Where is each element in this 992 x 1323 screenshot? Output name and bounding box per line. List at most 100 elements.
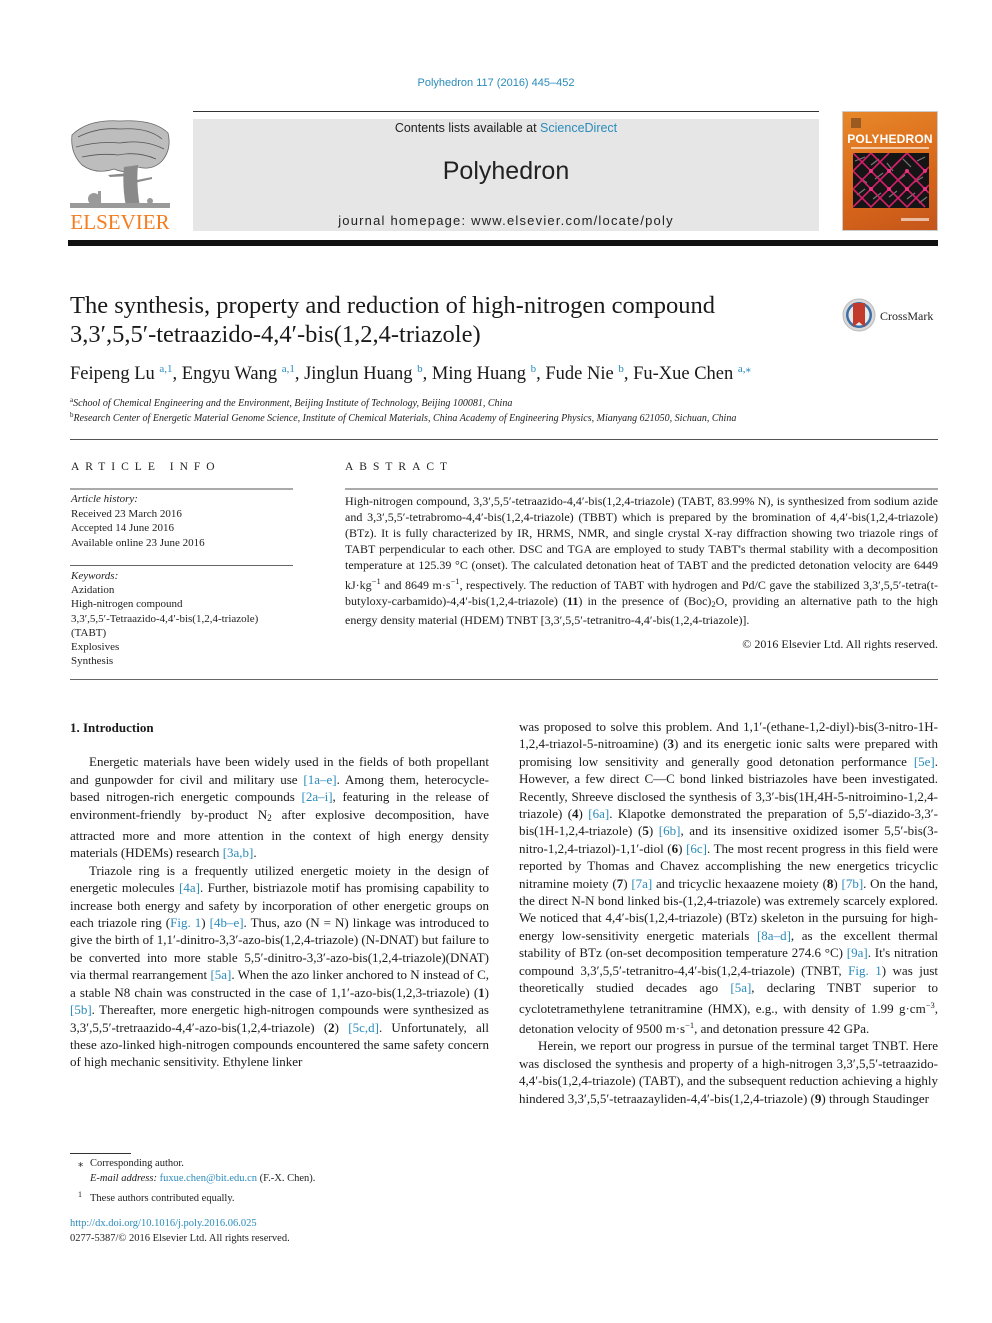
keywords-label: Keywords: bbox=[71, 570, 119, 582]
email-link[interactable]: fuxue.chen@bit.edu.cn bbox=[160, 1173, 257, 1184]
citation-link[interactable]: [1a–e] bbox=[303, 772, 336, 787]
affiliation-b: bResearch Center of Energetic Material G… bbox=[70, 411, 736, 424]
intro-paragraph-1: Energetic materials have been widely use… bbox=[70, 754, 490, 861]
intro-paragraph-2: Triazole ring is a frequently utilized e… bbox=[70, 862, 490, 1070]
body-column-right: was proposed to solve this problem. And … bbox=[519, 718, 938, 1107]
author-name[interactable]: Feipeng Lu bbox=[70, 364, 155, 384]
affiliation-text: Research Center of Energetic Material Ge… bbox=[73, 413, 737, 424]
author-separator: , bbox=[422, 364, 432, 384]
citation-link[interactable]: [6a] bbox=[588, 806, 609, 821]
section-rule bbox=[70, 439, 938, 440]
crossmark-label: CrossMark bbox=[880, 309, 934, 323]
doi-block: http://dx.doi.org/10.1016/j.poly.2016.06… bbox=[70, 1216, 290, 1246]
contents-line: Contents lists available at ScienceDirec… bbox=[193, 121, 819, 135]
author-name[interactable]: Fu-Xue Chen bbox=[633, 364, 733, 384]
footnote-mark: 1 bbox=[78, 1189, 82, 1199]
citation-link[interactable]: [4b–e] bbox=[210, 915, 244, 930]
author-separator: , bbox=[536, 364, 546, 384]
keywords-rule bbox=[70, 565, 293, 566]
intro-paragraph-3: Herein, we report our progress in pursue… bbox=[519, 1038, 938, 1106]
abstract-text: High-nitrogen compound, 3,3′,5,5′-tetraa… bbox=[345, 494, 939, 627]
issn-copyright: 0277-5387/© 2016 Elsevier Ltd. All right… bbox=[70, 1233, 290, 1244]
section-rule bbox=[70, 679, 938, 680]
citation-link[interactable]: [8a–d] bbox=[757, 928, 791, 943]
homepage-prefix: journal homepage: bbox=[338, 213, 472, 228]
author-affiliation-mark[interactable]: a,1 bbox=[282, 363, 295, 375]
crossmark-icon bbox=[842, 298, 876, 332]
title-line-2: 3,3′,5,5′-tetraazido-4,4′-bis(1,2,4-tria… bbox=[70, 321, 481, 348]
article-info-rule bbox=[70, 488, 293, 490]
article-info-heading: ARTICLE INFO bbox=[71, 461, 221, 473]
keyword-item: High-nitrogen compound bbox=[71, 598, 183, 611]
citation-link[interactable]: [4a] bbox=[179, 880, 200, 895]
citation-link[interactable]: [5c,d] bbox=[348, 1020, 379, 1035]
figure-link[interactable]: Fig. 1 bbox=[848, 963, 882, 978]
cover-artwork bbox=[853, 153, 929, 208]
header-thick-rule bbox=[68, 240, 938, 246]
footnote-email: E-mail address: fuxue.chen@bit.edu.cn (F… bbox=[90, 1173, 316, 1185]
cover-subtitle-bar bbox=[851, 147, 929, 149]
affiliation-text: School of Chemical Engineering and the E… bbox=[73, 398, 513, 409]
citation-link[interactable]: [5a] bbox=[210, 967, 231, 982]
contents-prefix: Contents lists available at bbox=[394, 121, 541, 135]
elsevier-tree-icon: ELSEVIER bbox=[70, 120, 170, 234]
citation-link[interactable]: [5a] bbox=[730, 980, 751, 995]
author-name[interactable]: Ming Huang bbox=[432, 364, 526, 384]
citation-link[interactable]: [5b] bbox=[70, 1002, 92, 1017]
crossmark-button[interactable]: CrossMark bbox=[842, 296, 942, 336]
author-separator: , bbox=[294, 364, 305, 384]
keywords-list: Keywords: Azidation High-nitrogen compou… bbox=[71, 569, 258, 668]
header-rule bbox=[193, 111, 819, 112]
keyword-item: (TABT) bbox=[71, 626, 107, 639]
accepted-date: Accepted 14 June 2016 bbox=[71, 522, 174, 534]
homepage-link[interactable]: www.elsevier.com/locate/poly bbox=[471, 213, 674, 228]
footnote-equal-contribution: 1 These authors contributed equally. bbox=[78, 1187, 315, 1206]
section-heading-introduction: 1. Introduction bbox=[70, 720, 154, 735]
footnote-rule bbox=[70, 1153, 131, 1154]
footnote-mark: ⁎ bbox=[78, 1158, 84, 1169]
author-list: Feipeng Lu a,1, Engyu Wang a,1, Jinglun … bbox=[70, 362, 751, 385]
article-title: The synthesis, property and reduction of… bbox=[70, 291, 830, 349]
journal-cover-image[interactable]: POLYHEDRON bbox=[842, 111, 938, 231]
body-column-left: 1. Introduction Energetic materials have… bbox=[70, 718, 489, 1071]
sciencedirect-link[interactable]: ScienceDirect bbox=[540, 121, 617, 135]
author-separator: , bbox=[623, 364, 634, 384]
title-line-1: The synthesis, property and reduction of… bbox=[70, 292, 716, 319]
received-date: Received 23 March 2016 bbox=[71, 507, 182, 520]
author-name[interactable]: Jinglun Huang bbox=[304, 364, 412, 384]
footnote-corresponding: ⁎ Corresponding author. bbox=[78, 1156, 315, 1171]
intro-paragraph-2-continued: was proposed to solve this problem. And … bbox=[519, 719, 939, 1036]
keyword-item: Explosives bbox=[71, 641, 120, 654]
author-name[interactable]: Fude Nie bbox=[545, 364, 613, 384]
elsevier-logo[interactable]: ELSEVIER bbox=[68, 115, 172, 234]
abstract-copyright: © 2016 Elsevier Ltd. All rights reserved… bbox=[742, 637, 938, 651]
citation-link[interactable]: [3a,b] bbox=[223, 845, 254, 860]
journal-name: Polyhedron bbox=[442, 157, 570, 185]
keyword-item: 3,3′,5,5′-Tetraazido-4,4′-bis(1,2,4-tria… bbox=[71, 612, 259, 625]
doi-link[interactable]: http://dx.doi.org/10.1016/j.poly.2016.06… bbox=[70, 1218, 257, 1229]
abstract-heading: ABSTRACT bbox=[345, 461, 454, 473]
abstract-rule bbox=[345, 488, 938, 490]
online-date: Available online 23 June 2016 bbox=[71, 536, 205, 549]
history-label: Article history: bbox=[71, 493, 138, 505]
citation-link[interactable]: [7b] bbox=[842, 876, 864, 891]
citation-link[interactable]: [6b] bbox=[659, 823, 681, 838]
author-affiliation-mark[interactable]: a,⁎ bbox=[738, 363, 751, 375]
keyword-item: Synthesis bbox=[71, 655, 114, 668]
email-label: E-mail address: bbox=[90, 1173, 160, 1185]
elsevier-wordmark: ELSEVIER bbox=[70, 210, 169, 233]
citation-link[interactable]: [6c] bbox=[686, 841, 707, 856]
cover-title: POLYHEDRON bbox=[847, 132, 933, 146]
article-history: Article history: Received 23 March 2016 … bbox=[71, 492, 205, 550]
author-separator: , bbox=[172, 364, 182, 384]
footnotes: ⁎ Corresponding author. E-mail address: f… bbox=[78, 1156, 315, 1206]
journal-citation-link[interactable]: Polyhedron 117 (2016) 445–452 bbox=[0, 77, 992, 89]
citation-link[interactable]: [5e] bbox=[914, 754, 935, 769]
citation-link[interactable]: [9a] bbox=[847, 945, 868, 960]
citation-link[interactable]: [7a] bbox=[631, 876, 652, 891]
author-name[interactable]: Engyu Wang bbox=[182, 364, 277, 384]
citation-link[interactable]: [2a–i] bbox=[302, 789, 333, 804]
author-affiliation-mark[interactable]: a,1 bbox=[159, 363, 172, 375]
journal-homepage: journal homepage: www.elsevier.com/locat… bbox=[193, 213, 819, 228]
figure-link[interactable]: Fig. 1 bbox=[170, 915, 201, 930]
